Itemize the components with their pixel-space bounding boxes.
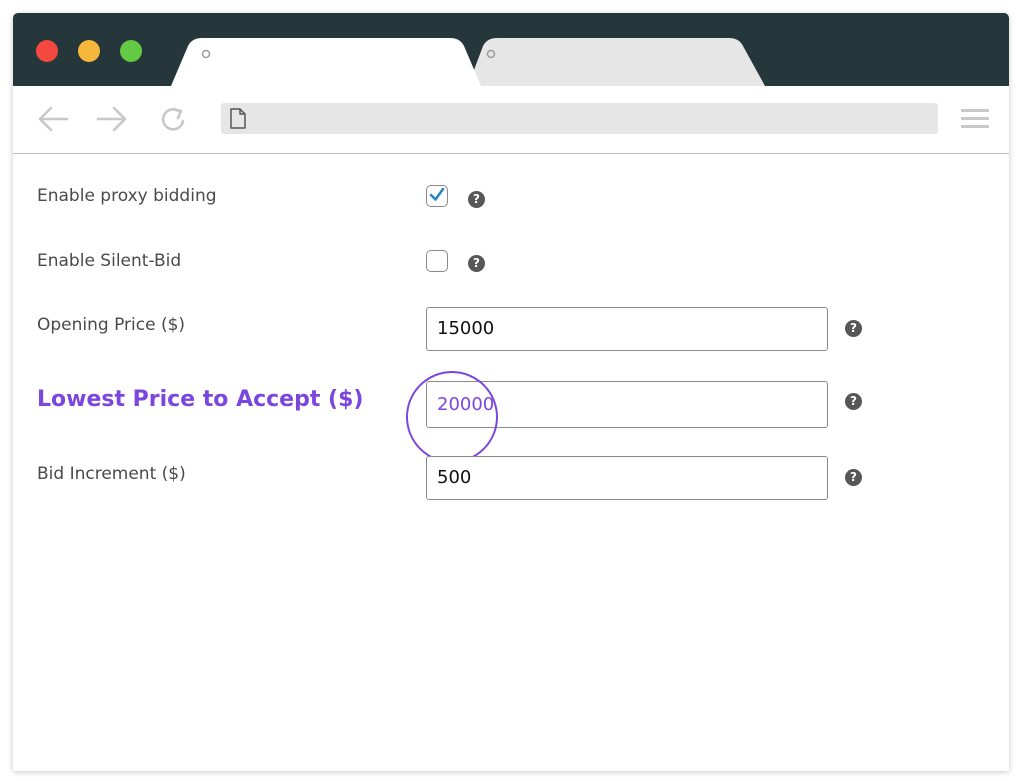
opening-price-label: Opening Price ($): [37, 315, 186, 335]
proxy-bidding-help-icon[interactable]: ?: [468, 191, 485, 208]
silent-bid-checkbox[interactable]: [426, 250, 448, 272]
browser-window: Enable proxy bidding ? Enable Silent-Bid…: [13, 13, 1009, 771]
tab-active[interactable]: [171, 38, 481, 86]
hamburger-menu-icon[interactable]: [961, 109, 989, 129]
proxy-bidding-checkbox[interactable]: [426, 185, 448, 207]
lowest-price-help-icon[interactable]: ?: [845, 393, 862, 410]
address-bar[interactable]: [221, 103, 938, 134]
tab-strip: [171, 38, 765, 86]
settings-form: Enable proxy bidding ? Enable Silent-Bid…: [13, 154, 1009, 771]
title-bar: [13, 13, 1009, 86]
opening-price-input[interactable]: 15000: [426, 307, 828, 351]
page-document-icon: [230, 108, 246, 129]
browser-toolbar: [13, 86, 1009, 154]
proxy-bidding-label: Enable proxy bidding: [37, 186, 217, 206]
silent-bid-help-icon[interactable]: ?: [468, 255, 485, 272]
tab-inactive[interactable]: [468, 38, 765, 86]
back-arrow-icon[interactable]: [37, 106, 69, 132]
bid-increment-label: Bid Increment ($): [37, 464, 186, 484]
forward-arrow-icon[interactable]: [96, 106, 128, 132]
bid-increment-help-icon[interactable]: ?: [845, 469, 862, 486]
reload-icon[interactable]: [158, 105, 188, 135]
silent-bid-label: Enable Silent-Bid: [37, 251, 182, 271]
lowest-price-input[interactable]: 20000: [426, 381, 828, 428]
bid-increment-input[interactable]: 500: [426, 456, 828, 500]
lowest-price-label: Lowest Price to Accept ($): [37, 387, 364, 412]
checkmark-icon: [429, 187, 445, 201]
opening-price-help-icon[interactable]: ?: [845, 320, 862, 337]
